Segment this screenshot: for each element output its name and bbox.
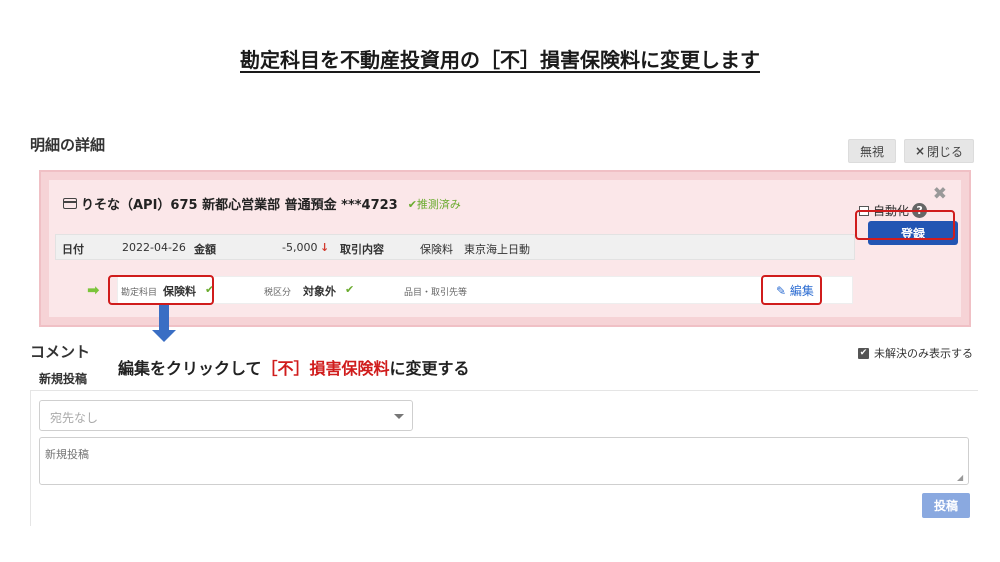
- date-value: 2022-04-26: [122, 241, 186, 254]
- green-arrow-icon: ➡: [87, 281, 100, 299]
- instruction-target: ［不］損害保険料: [261, 359, 390, 378]
- post-button[interactable]: 投稿: [922, 493, 970, 518]
- ignore-button[interactable]: 無視: [848, 139, 896, 163]
- card-icon: [63, 198, 77, 209]
- recipient-placeholder: 宛先なし: [50, 411, 99, 425]
- instruction-text: 編集をクリックして［不］損害保険料に変更する: [118, 355, 470, 379]
- description-label: 取引内容: [340, 243, 384, 256]
- description-value: 保険料 東京海上日動: [420, 243, 530, 256]
- page-title: 勘定科目を不動産投資用の［不］損害保険料に変更します: [240, 48, 760, 72]
- annotation-highlight-account: [108, 275, 214, 305]
- blue-arrow-shaft: [159, 305, 169, 331]
- annotation-highlight-edit: [761, 275, 822, 305]
- resize-handle-icon[interactable]: ◢: [957, 474, 965, 482]
- dismiss-icon[interactable]: ✖: [933, 184, 947, 204]
- instruction-part1: 編集をクリックして: [118, 359, 262, 378]
- tax-value[interactable]: 対象外: [303, 283, 336, 299]
- close-label: 閉じる: [927, 144, 964, 159]
- comment-textarea[interactable]: [39, 437, 969, 485]
- amount-value: -5,000: [282, 241, 318, 254]
- close-button[interactable]: × 閉じる: [904, 139, 974, 163]
- arrow-down-icon: ↓: [320, 241, 330, 254]
- account-header: りそな（API）675 新都心営業部 普通預金 ***4723 ✔推測済み: [63, 194, 461, 213]
- unresolved-checkbox[interactable]: ✔: [858, 347, 869, 359]
- instruction-part3: に変更する: [389, 359, 470, 378]
- new-post-label: 新規投稿: [39, 372, 88, 386]
- blue-arrow-down-icon: [152, 330, 176, 342]
- unresolved-label: 未解決のみ表示する: [874, 347, 973, 360]
- divider: [30, 390, 978, 391]
- account-name: りそな（API）675 新都心営業部 普通預金 ***4723: [81, 198, 398, 213]
- divider-vertical: [30, 390, 31, 526]
- section-title: 明細の詳細: [30, 136, 106, 154]
- entry-row: 勘定科目 保険料 ✔ 税区分 対象外 ✔ 品目・取引先等 ✎ 編集: [117, 276, 853, 304]
- comment-title: コメント: [30, 343, 91, 361]
- chevron-down-icon: [394, 414, 404, 419]
- tax-label: 税区分: [264, 288, 292, 298]
- amount-label: 金額: [194, 243, 216, 256]
- tax-check-icon: ✔: [345, 283, 355, 296]
- annotation-highlight-register: [855, 210, 955, 240]
- close-icon: ×: [914, 144, 926, 158]
- matched-status: ✔推測済み: [407, 197, 461, 211]
- unresolved-filter[interactable]: ✔ 未解決のみ表示する: [858, 345, 973, 361]
- date-label: 日付: [62, 243, 84, 256]
- item-partner-label: 品目・取引先等: [404, 288, 468, 298]
- detail-row: 日付 2022-04-26 金額 -5,000 ↓ 取引内容 保険料 東京海上日…: [55, 234, 855, 260]
- recipient-select[interactable]: 宛先なし: [39, 400, 413, 431]
